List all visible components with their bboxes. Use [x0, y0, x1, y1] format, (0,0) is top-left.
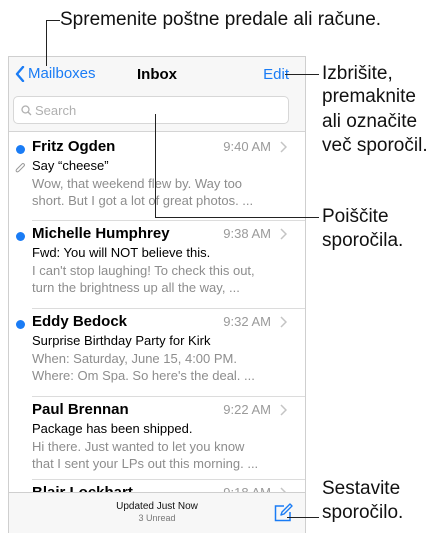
- message-time: 9:38 AM: [223, 226, 271, 241]
- message-time: 9:40 AM: [223, 139, 271, 154]
- leader-line-search-horizontal: [155, 217, 319, 218]
- preview-line: Hi there. Just wanted to let you know: [32, 439, 245, 454]
- row-divider: [32, 220, 305, 221]
- message-sender: Paul Brennan: [32, 401, 129, 418]
- preview-line: that I sent your LPs out this morning. .…: [32, 456, 259, 471]
- callout-edit-line-4: več sporočil.: [322, 135, 428, 156]
- callout-edit-line-2: premaknite: [322, 86, 416, 107]
- callout-edit-line-1: Izbrišite,: [322, 63, 393, 84]
- message-subject: Surprise Birthday Party for Kirk: [32, 333, 211, 348]
- mail-screen: Mailboxes Inbox Edit Search Fritz Ogden …: [8, 56, 306, 533]
- message-row[interactable]: Eddy Bedock 9:32 AM Surprise Birthday Pa…: [9, 310, 305, 400]
- preview-line: Where: Om Spa. So here's the deal. ...: [32, 368, 255, 383]
- callout-compose-line-2: sporočilo.: [322, 502, 404, 523]
- preview-line: turn the brightness up all the way, ...: [32, 280, 240, 295]
- paperclip-icon: [15, 163, 25, 173]
- preview-line: short. But I got a lot of great photos. …: [32, 193, 254, 208]
- message-row[interactable]: Paul Brennan 9:22 AM Package has been sh…: [9, 398, 305, 488]
- preview-line: When: Saturday, June 15, 4:00 PM.: [32, 351, 237, 366]
- message-subject: Say “cheese”: [32, 158, 109, 173]
- unread-dot: [16, 320, 25, 329]
- message-subject: Package has been shipped.: [32, 421, 193, 436]
- message-preview: When: Saturday, June 15, 4:00 PM. Where:…: [32, 350, 287, 384]
- callout-search-line-2: sporočila.: [322, 230, 404, 251]
- row-divider: [32, 479, 305, 480]
- unread-dot: [16, 145, 25, 154]
- search-icon: [21, 104, 32, 115]
- chevron-right-icon: [280, 228, 287, 240]
- search-placeholder: Search: [35, 102, 77, 118]
- page-title: Inbox: [137, 66, 177, 83]
- leader-line-search-vertical: [155, 114, 156, 217]
- message-subject: Fwd: You will NOT believe this.: [32, 245, 211, 260]
- unread-count: 3 Unread: [138, 513, 176, 523]
- row-divider: [32, 308, 305, 309]
- chevron-right-icon: [280, 141, 287, 153]
- callout-search-line-1: Poiščite: [322, 206, 389, 227]
- preview-line: Wow, that weekend flew by. Way too: [32, 176, 243, 191]
- message-row[interactable]: Michelle Humphrey 9:38 AM Fwd: You will …: [9, 222, 305, 312]
- preview-line: I can't stop laughing! To check this out…: [32, 263, 255, 278]
- search-bar: Search: [9, 91, 305, 132]
- message-time: 9:32 AM: [223, 314, 271, 329]
- message-sender: Michelle Humphrey: [32, 225, 170, 242]
- message-time: 9:22 AM: [223, 402, 271, 417]
- leader-line-compose: [287, 517, 319, 518]
- chevron-right-icon: [280, 404, 287, 416]
- bottom-toolbar: Updated Just Now 3 Unread: [9, 492, 305, 533]
- search-input[interactable]: Search: [13, 96, 289, 124]
- message-preview: Wow, that weekend flew by. Way too short…: [32, 175, 287, 209]
- row-divider: [32, 396, 305, 397]
- navigation-bar: Mailboxes Inbox Edit: [9, 57, 305, 91]
- message-preview: Hi there. Just wanted to let you know th…: [32, 438, 287, 472]
- callout-compose-line-1: Sestavite: [322, 478, 401, 499]
- message-row[interactable]: Fritz Ogden 9:40 AM Say “cheese” Wow, th…: [9, 135, 305, 225]
- callout-mailboxes: Spremenite poštne predale ali račune.: [60, 9, 382, 30]
- compose-icon[interactable]: [273, 503, 293, 523]
- message-preview: I can't stop laughing! To check this out…: [32, 262, 287, 296]
- message-sender: Fritz Ogden: [32, 138, 116, 155]
- unread-dot: [16, 232, 25, 241]
- message-sender: Eddy Bedock: [32, 313, 128, 330]
- chevron-right-icon: [280, 316, 287, 328]
- leader-line-mailboxes-vertical: [46, 20, 47, 66]
- update-status: Updated Just Now: [116, 501, 198, 512]
- leader-line-mailboxes: [46, 20, 60, 21]
- callout-edit-line-3: ali označite: [322, 111, 418, 132]
- leader-line-edit: [285, 74, 319, 75]
